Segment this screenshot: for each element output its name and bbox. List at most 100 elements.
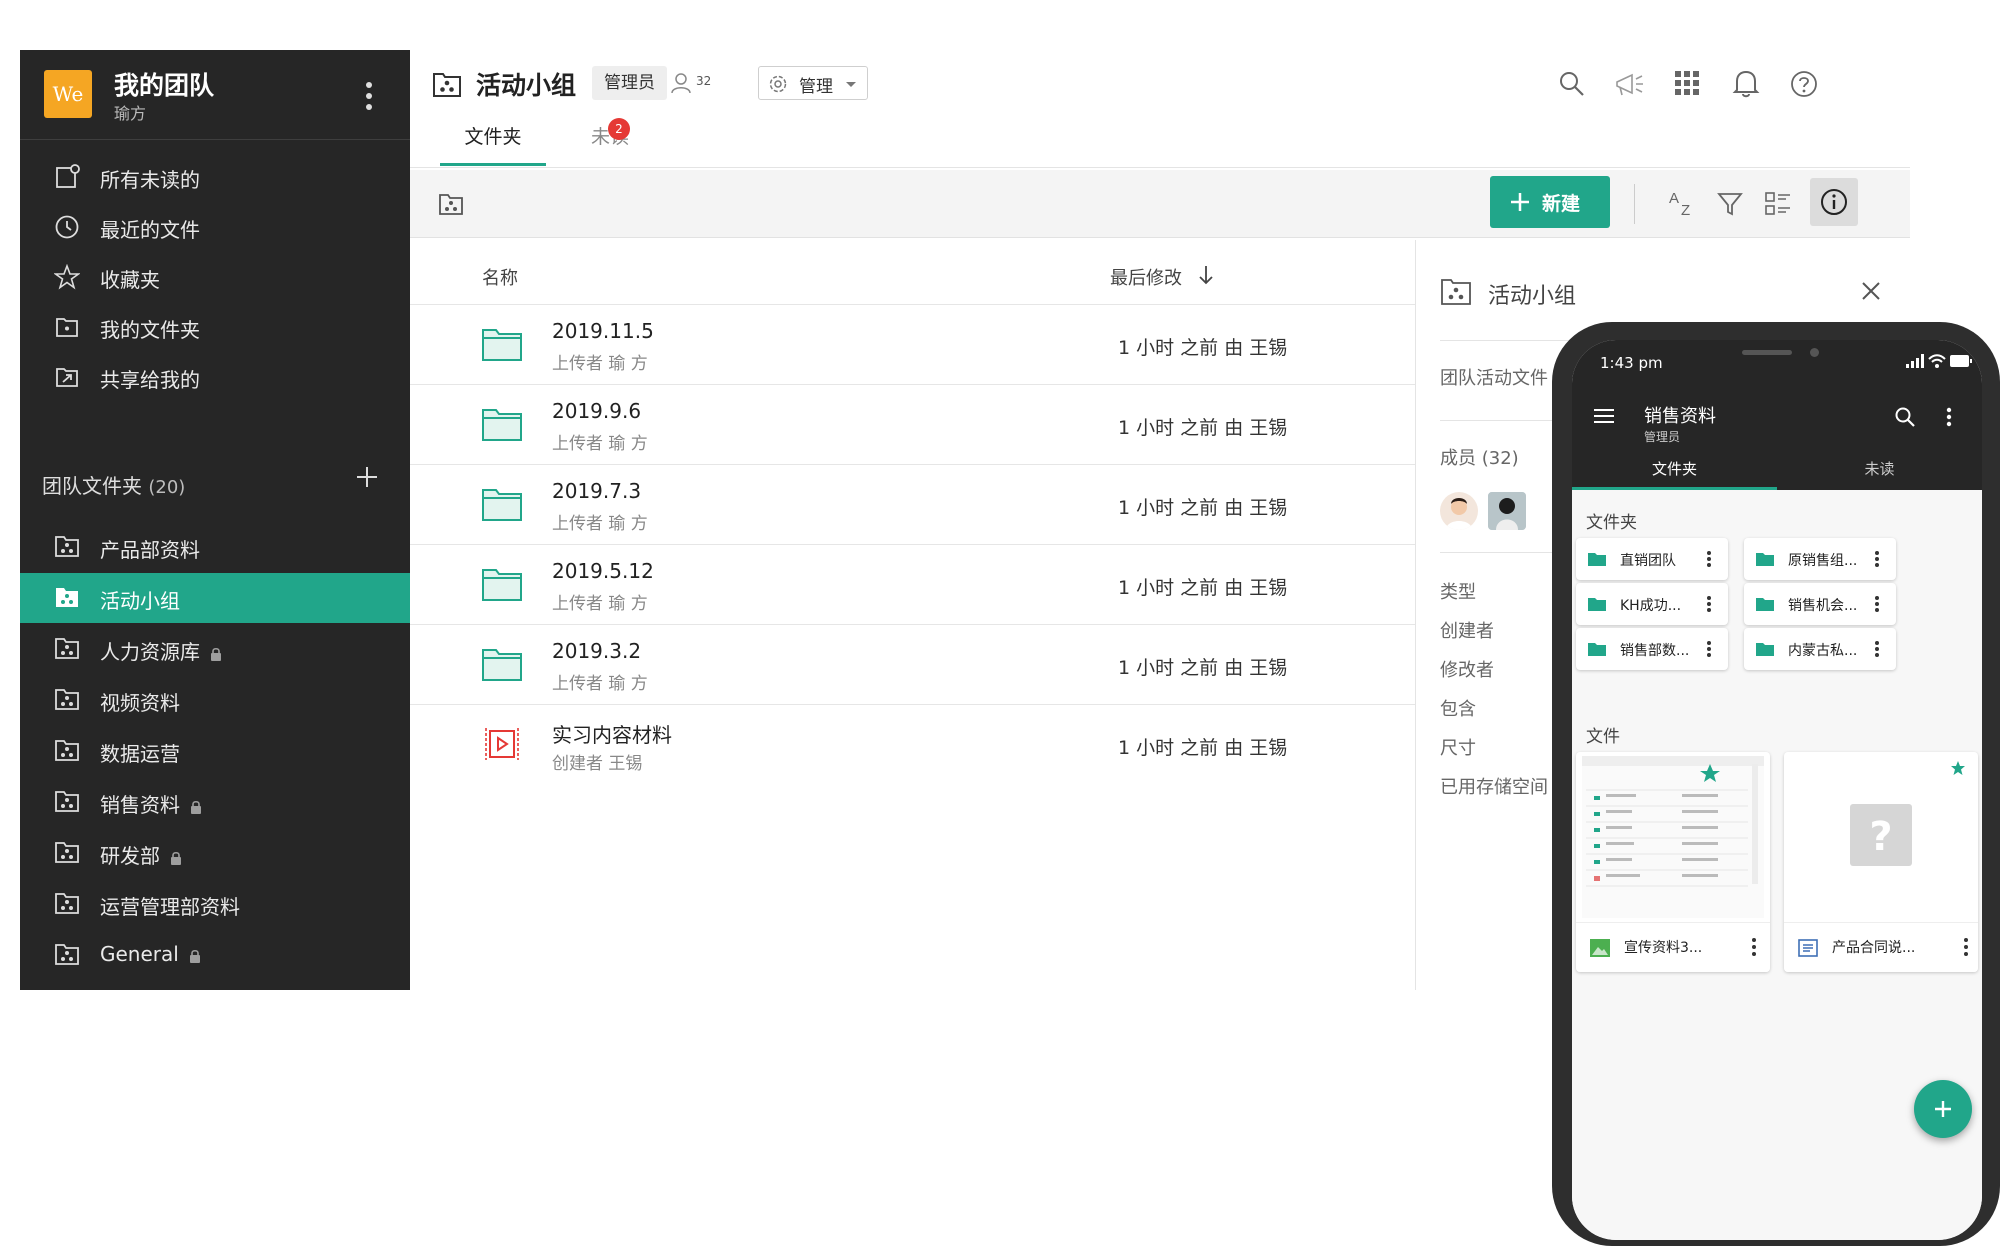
info-button[interactable] [1810,178,1858,226]
sidebar-item-my-folders[interactable]: 我的文件夹 [20,302,410,352]
column-header-name[interactable]: 名称 [482,264,518,290]
folder-icon [482,487,522,521]
add-fab-button[interactable] [1914,1080,1972,1138]
search-icon[interactable] [1894,406,1916,428]
item-name[interactable]: 2019.7.3 [552,479,641,503]
more-vertical-icon[interactable] [1750,937,1758,957]
megaphone-icon[interactable] [1614,70,1646,98]
property-label: 已用存储空间 [1440,777,1548,798]
more-vertical-icon[interactable] [1944,406,1954,428]
apps-grid-icon[interactable] [1674,70,1700,96]
sidebar-item-label: 收藏夹 [100,268,160,292]
sidebar-item-recent[interactable]: 最近的文件 [20,202,410,252]
phone-tab-unread[interactable]: 未读 [1777,458,1982,490]
team-folder-icon [54,891,80,917]
phone-tab-folders[interactable]: 文件夹 [1572,458,1777,490]
sort-down-arrow-icon[interactable] [1198,264,1214,286]
table-row[interactable]: 2019.3.2 上传者 瑜 方 1 小时 之前 由 王锡 [410,624,1415,704]
filter-icon[interactable] [1716,190,1744,218]
phone-screen: 1:43 pm 销售资料 管理员 文件夹 未读 文件夹 直销团队 原销售组...… [1572,340,1982,1240]
sidebar-item-label: 产品部资料 [100,534,200,563]
svg-text:A: A [1669,190,1679,207]
table-row[interactable]: 2019.5.12 上传者 瑜 方 1 小时 之前 由 王锡 [410,544,1415,624]
more-vertical-icon[interactable] [1704,593,1714,615]
phone-folder-card[interactable]: 销售部数... [1576,628,1728,670]
search-icon[interactable] [1558,70,1586,98]
more-vertical-icon[interactable] [1872,548,1882,570]
manage-button[interactable]: 管理 [758,66,868,100]
member-count[interactable]: 32 [696,74,711,88]
image-file-icon [1590,939,1610,957]
view-list-icon[interactable] [1764,190,1792,218]
close-icon[interactable] [1860,280,1882,302]
phone-folder-card[interactable]: 销售机会... [1744,583,1896,625]
file-name: 产品合同说... [1832,940,1916,956]
phone-mockup: 1:43 pm 销售资料 管理员 文件夹 未读 文件夹 直销团队 原销售组...… [1552,322,2000,1246]
table-row[interactable]: 实习内容材料 创建者 王锡 1 小时 之前 由 王锡 [410,704,1415,784]
phone-folder-card[interactable]: 原销售组... [1744,538,1896,580]
item-owner: 上传者 瑜 方 [552,514,648,534]
members-icon[interactable] [670,72,694,94]
sidebar-item-label: 活动小组 [100,585,180,614]
folder-name: 内蒙古私... [1788,643,1858,659]
table-row[interactable]: 2019.7.3 上传者 瑜 方 1 小时 之前 由 王锡 [410,464,1415,544]
new-button[interactable]: 新建 [1490,176,1610,228]
item-owner: 上传者 瑜 方 [552,594,648,614]
avatar[interactable] [1440,492,1478,530]
more-vertical-icon[interactable] [1704,548,1714,570]
sidebar-team-folder[interactable]: 运营管理部资料 [20,879,410,929]
phone-folder-card[interactable]: 直销团队 [1576,538,1728,580]
sidebar-team-folder[interactable]: 视频资料 [20,675,410,725]
add-team-folder-icon[interactable] [352,462,382,492]
sidebar-team-folder[interactable]: 研发部 [20,828,410,878]
star-icon[interactable] [1950,760,1966,776]
file-caption: 宣传资料3... [1576,922,1770,972]
folder-name: 销售部数... [1620,643,1690,659]
tab-folders[interactable]: 文件夹 [440,122,546,166]
sidebar-team-folder[interactable]: 活动小组 [20,573,410,623]
sidebar-item-label: 数据运营 [100,738,180,767]
sidebar-team-folder[interactable]: 销售资料 [20,777,410,827]
more-vertical-icon[interactable] [1872,593,1882,615]
sort-az-icon[interactable]: AZ [1668,190,1698,218]
team-logo[interactable]: We [44,70,92,118]
phone-content: 文件夹 直销团队 原销售组... KH成功... 销售机会... 销售部数... 内蒙古私… [1572,490,1982,1240]
sidebar-team-folder[interactable]: 产品部资料 [20,522,410,572]
file-list: 名称 最后修改 2019.11.5 上传者 瑜 方1 小时 之前 由 王锡 2019… [410,240,1415,990]
item-name[interactable]: 2019.11.5 [552,319,654,343]
members-label[interactable]: 成员 (32) [1440,444,1519,470]
phone-file-card[interactable]: ? 产品合同说... [1784,752,1978,972]
column-header-modified[interactable]: 最后修改 [1110,264,1182,290]
more-vertical-icon[interactable] [354,76,384,116]
team-name[interactable]: 我的团队 [114,66,214,102]
phone-file-card[interactable]: 宣传资料3... [1576,752,1770,972]
item-name[interactable]: 2019.3.2 [552,639,641,663]
sidebar-item-favorites[interactable]: 收藏夹 [20,252,410,302]
table-row[interactable]: 2019.11.5 上传者 瑜 方 1 小时 之前 由 王锡 [410,304,1415,384]
team-folder-icon[interactable] [438,192,464,216]
menu-icon[interactable] [1592,406,1616,426]
help-icon[interactable] [1790,70,1818,98]
info-icon [1820,188,1848,216]
sidebar-team-folder[interactable]: 人力资源库 [20,624,410,674]
sidebar-item-shared[interactable]: 共享给我的 [20,352,410,402]
folder-name: 销售机会... [1788,598,1858,614]
more-vertical-icon[interactable] [1704,638,1714,660]
more-vertical-icon[interactable] [1962,937,1970,957]
sidebar-team-folder[interactable]: 数据运营 [20,726,410,776]
team-folder-icon [54,687,80,713]
folder-description: 团队活动文件 [1440,368,1548,389]
table-row[interactable]: 2019.9.6 上传者 瑜 方 1 小时 之前 由 王锡 [410,384,1415,464]
role-badge: 管理员 [592,66,667,100]
sidebar-item-unread[interactable]: 所有未读的 [20,152,410,202]
item-name[interactable]: 2019.9.6 [552,399,641,423]
sidebar-team-folder[interactable]: General [20,930,410,980]
phone-folder-card[interactable]: 内蒙古私... [1744,628,1896,670]
more-vertical-icon[interactable] [1872,638,1882,660]
avatar[interactable] [1488,492,1526,530]
item-name[interactable]: 2019.5.12 [552,559,654,583]
item-name[interactable]: 实习内容材料 [552,719,672,748]
phone-folder-card[interactable]: KH成功... [1576,583,1728,625]
bell-icon[interactable] [1732,68,1760,98]
team-folder-name: 运营管理部资料 [100,895,240,919]
